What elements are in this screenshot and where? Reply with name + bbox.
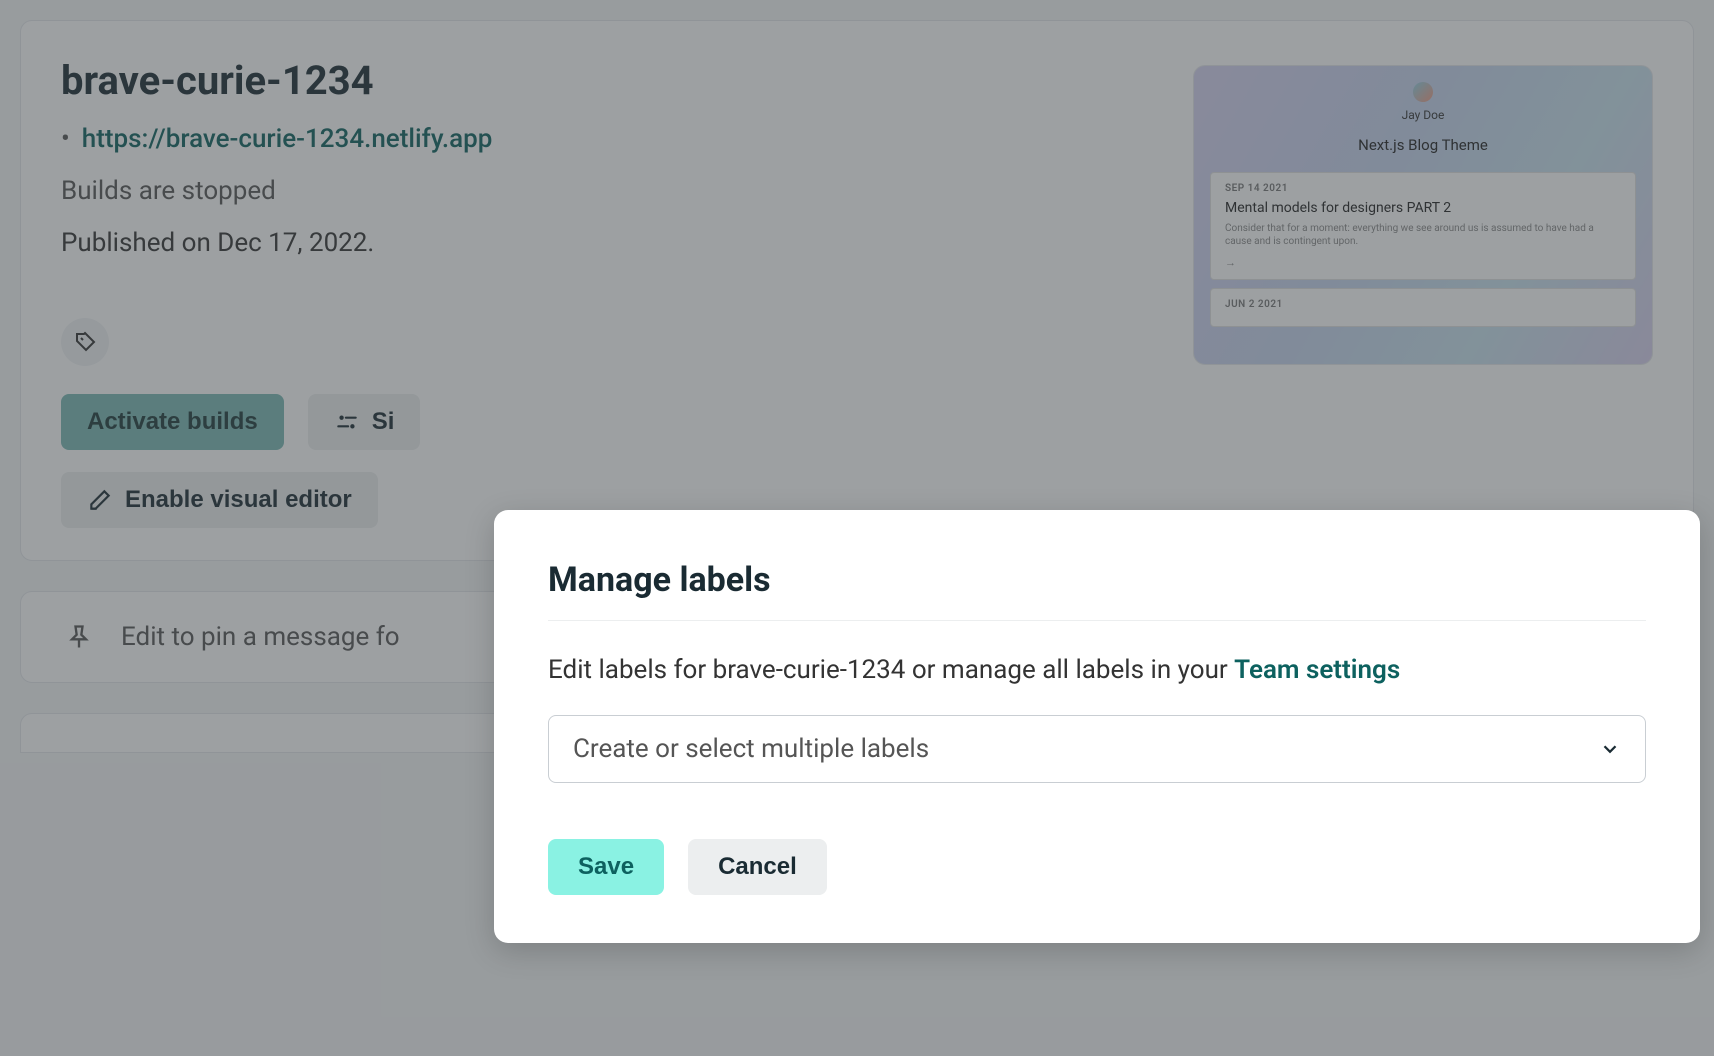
cancel-button[interactable]: Cancel <box>688 839 827 895</box>
chevron-down-icon <box>1599 738 1621 760</box>
save-button[interactable]: Save <box>548 839 664 895</box>
labels-select-placeholder: Create or select multiple labels <box>573 734 929 764</box>
manage-labels-modal: Manage labels Edit labels for brave-curi… <box>494 510 1700 943</box>
modal-desc-text: Edit labels for brave-curie-1234 or mana… <box>548 655 1234 685</box>
modal-button-row: Save Cancel <box>548 839 1646 895</box>
team-settings-link[interactable]: Team settings <box>1234 655 1400 685</box>
modal-title: Manage labels <box>548 560 1646 621</box>
modal-description: Edit labels for brave-curie-1234 or mana… <box>548 655 1646 685</box>
labels-select[interactable]: Create or select multiple labels <box>548 715 1646 783</box>
